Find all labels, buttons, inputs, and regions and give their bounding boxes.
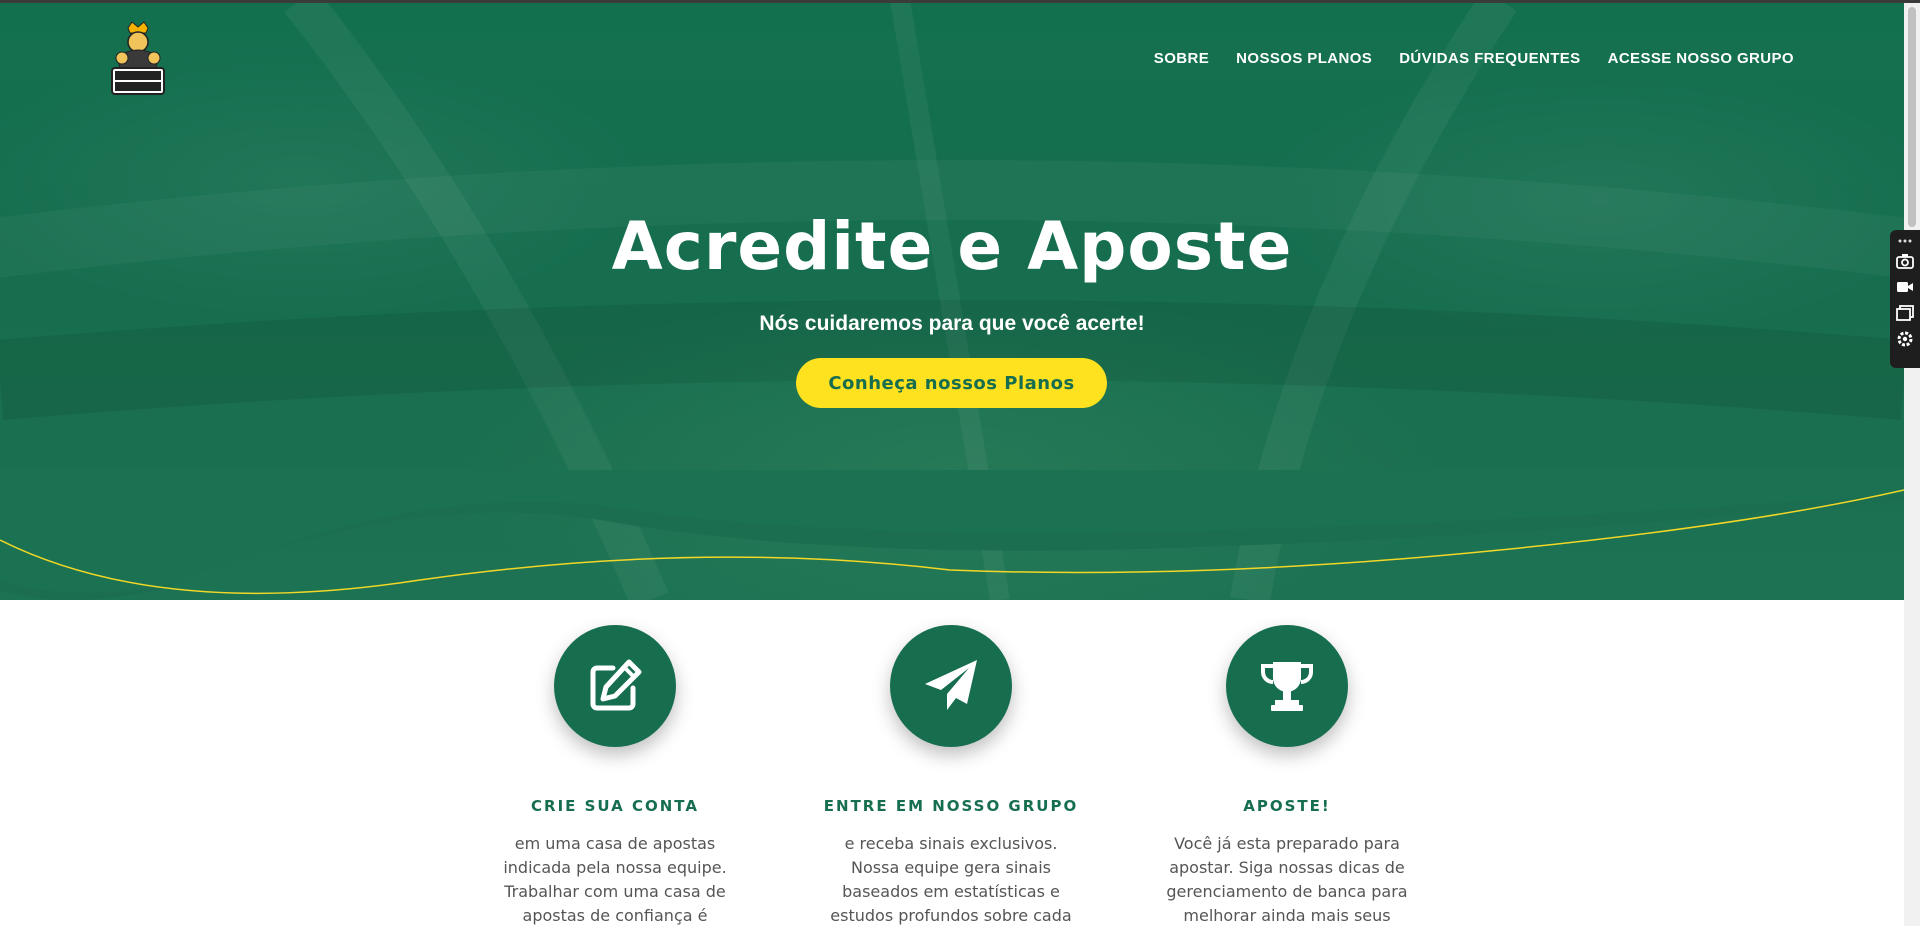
hero-title: Acredite e Aposte xyxy=(611,208,1293,285)
nav-item-duvidas-frequentes[interactable]: DÚVIDAS FREQUENTES xyxy=(1399,50,1580,67)
feature-create-account: CRIE SUA CONTA em uma casa de apostas in… xyxy=(470,625,760,926)
video-icon[interactable] xyxy=(1894,274,1916,300)
side-toolbar xyxy=(1890,230,1920,368)
feature-text: Você já esta preparado para apostar. Sig… xyxy=(1166,834,1408,925)
feature-title: ENTRE EM NOSSO GRUPO xyxy=(823,797,1079,815)
scrollbar-thumb[interactable] xyxy=(1908,7,1916,227)
windows-icon[interactable] xyxy=(1894,300,1916,326)
main-nav: SOBRE NOSSOS PLANOS DÚVIDAS FREQUENTES A… xyxy=(1127,50,1794,67)
nav-item-nossos-planos[interactable]: NOSSOS PLANOS xyxy=(1236,50,1372,67)
feature-icon-circle xyxy=(554,625,676,747)
feature-title: CRIE SUA CONTA xyxy=(531,797,699,815)
camera-icon[interactable] xyxy=(1894,248,1916,274)
feature-icon-circle xyxy=(890,625,1012,747)
feature-text: e receba sinais exclusivos. Nossa equipe… xyxy=(830,834,1072,925)
feature-title: APOSTE! xyxy=(1243,797,1331,815)
feature-bet: APOSTE! Você já esta preparado para apos… xyxy=(1142,625,1432,926)
nav-item-sobre[interactable]: SOBRE xyxy=(1154,50,1209,67)
feature-text: em uma casa de apostas indicada pela nos… xyxy=(503,834,727,925)
plans-cta-button[interactable]: Conheça nossos Planos xyxy=(796,358,1107,408)
logo[interactable] xyxy=(110,20,166,98)
gear-icon[interactable] xyxy=(1894,326,1916,352)
more-icon[interactable] xyxy=(1894,234,1916,248)
hero-subtitle: Nós cuidaremos para que você acerte! xyxy=(759,312,1145,335)
edit-icon xyxy=(590,659,642,711)
nav-item-acesse-nosso-grupo[interactable]: ACESSE NOSSO GRUPO xyxy=(1608,50,1794,67)
hero-wave-divider xyxy=(0,470,1904,600)
feature-join-group: ENTRE EM NOSSO GRUPO e receba sinais exc… xyxy=(806,625,1096,926)
trophy-icon xyxy=(1261,662,1313,711)
paper-plane-icon xyxy=(925,660,977,710)
feature-icon-circle xyxy=(1226,625,1348,747)
window-top-border xyxy=(0,0,1920,3)
page-scrollbar[interactable] xyxy=(1904,3,1920,926)
